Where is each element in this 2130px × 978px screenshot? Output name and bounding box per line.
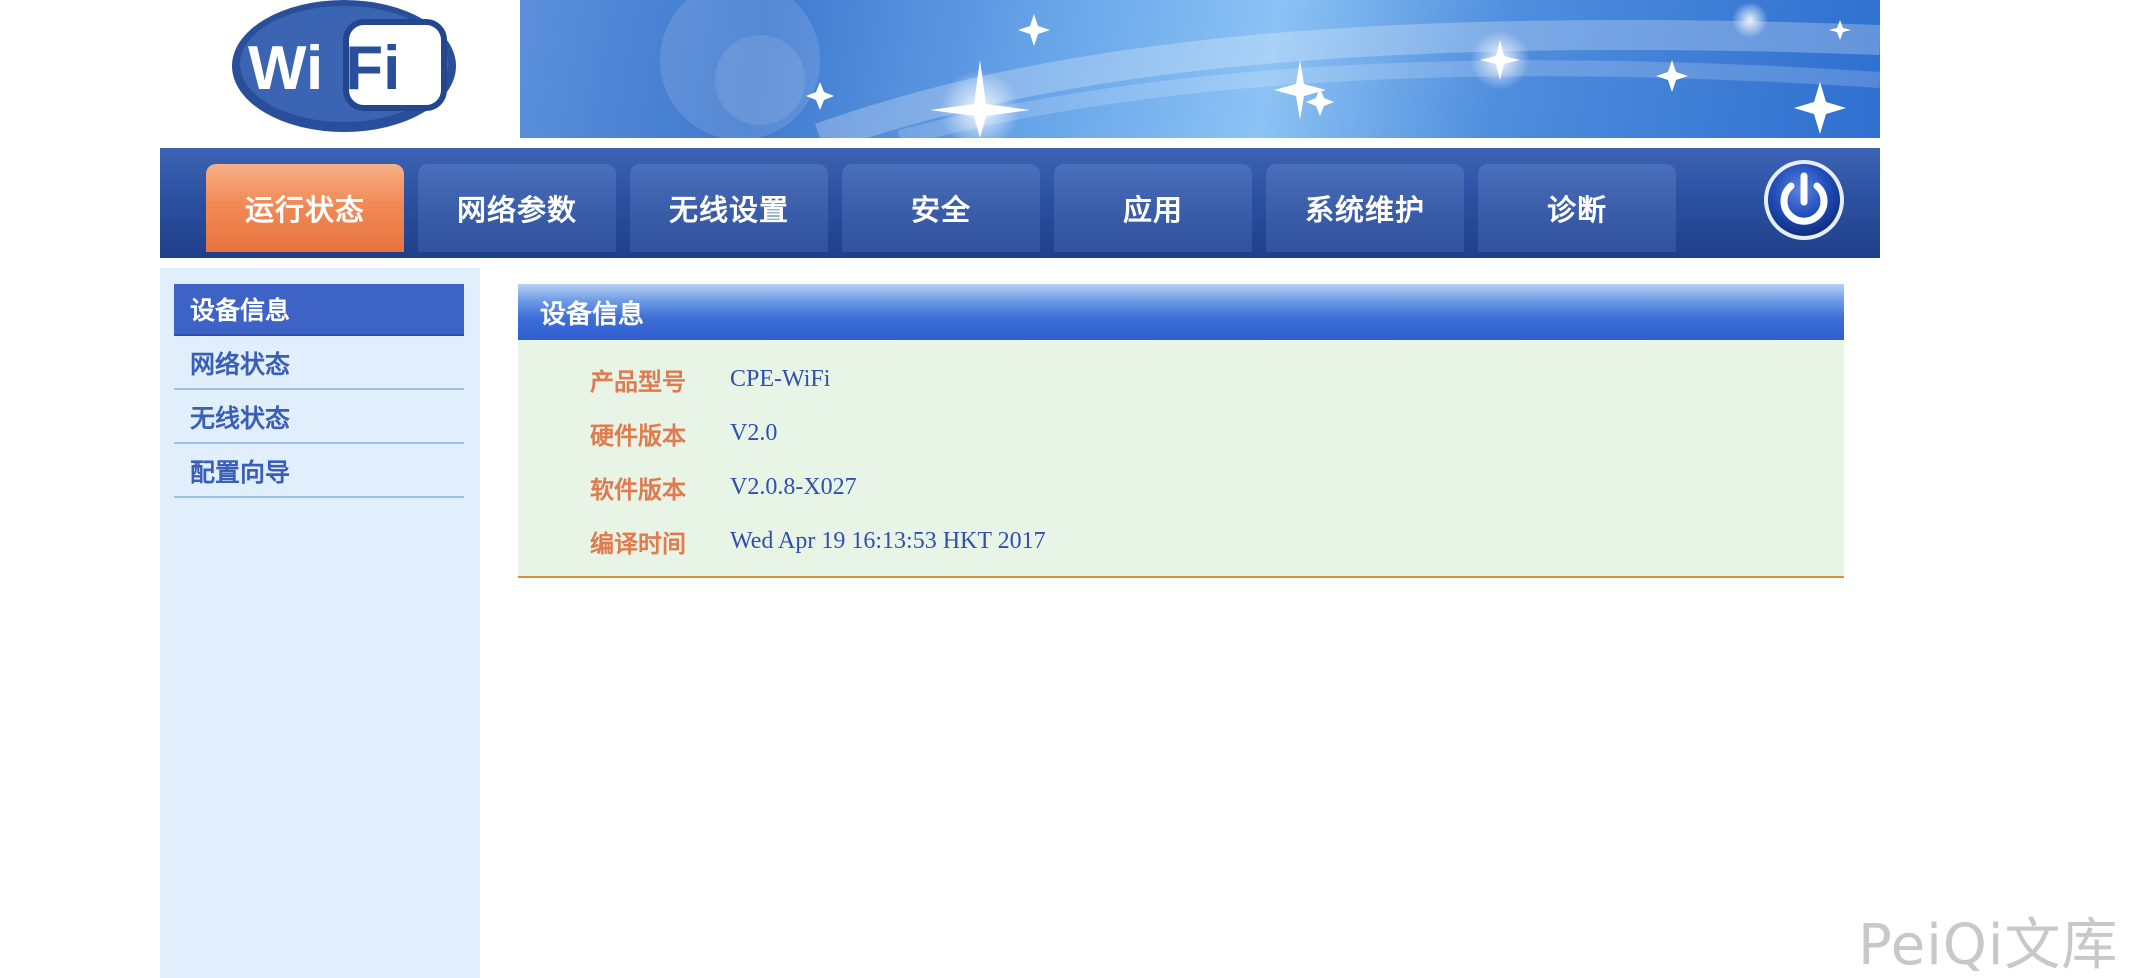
section-title: 设备信息 — [518, 284, 1844, 340]
tab-system-maintenance[interactable]: 系统维护 — [1266, 164, 1464, 252]
info-value: V2.0.8-X027 — [730, 473, 857, 500]
tab-diagnostics[interactable]: 诊断 — [1478, 164, 1676, 252]
info-label: 硬件版本 — [590, 421, 686, 450]
tab-applications[interactable]: 应用 — [1054, 164, 1252, 252]
tab-network-params[interactable]: 网络参数 — [418, 164, 616, 252]
main-nav: 运行状态 网络参数 无线设置 安全 应用 系统维护 诊断 — [160, 148, 1880, 258]
device-info-panel: 产品型号 CPE-WiFi 硬件版本 V2.0 软件版本 V2.0.8-X027… — [518, 340, 1844, 578]
info-label: 产品型号 — [590, 367, 686, 396]
info-label: 软件版本 — [590, 475, 686, 504]
sidebar: 设备信息 网络状态 无线状态 配置向导 — [160, 268, 480, 978]
header-banner — [520, 0, 1880, 138]
tab-run-status[interactable]: 运行状态 — [206, 164, 404, 252]
info-row-product-model: 产品型号 CPE-WiFi — [518, 352, 1844, 406]
sidebar-item-network-status[interactable]: 网络状态 — [174, 338, 464, 390]
watermark: PeiQi文库 — [1858, 913, 2119, 978]
info-label: 编译时间 — [590, 529, 686, 558]
sidebar-item-wireless-status[interactable]: 无线状态 — [174, 392, 464, 444]
info-value: V2.0 — [730, 419, 778, 446]
page: Wi Fi 运行状态 网络参数 无线设置 安全 应用 系统维护 诊断 设备信息 … — [0, 0, 2130, 978]
info-value: Wed Apr 19 16:13:53 HKT 2017 — [730, 527, 1046, 554]
info-row-build-time: 编译时间 Wed Apr 19 16:13:53 HKT 2017 — [518, 514, 1844, 568]
tab-wireless-settings[interactable]: 无线设置 — [630, 164, 828, 252]
tab-security[interactable]: 安全 — [842, 164, 1040, 252]
info-value: CPE-WiFi — [730, 365, 831, 392]
info-row-software-version: 软件版本 V2.0.8-X027 — [518, 460, 1844, 514]
wifi-logo: Wi Fi — [228, 0, 460, 138]
power-icon[interactable] — [1762, 158, 1846, 242]
info-row-hardware-version: 硬件版本 V2.0 — [518, 406, 1844, 460]
sidebar-item-device-info[interactable]: 设备信息 — [174, 284, 464, 336]
logo-wi: Wi — [248, 33, 324, 103]
logo-fi: Fi — [345, 33, 401, 103]
sidebar-item-setup-wizard[interactable]: 配置向导 — [174, 446, 464, 498]
